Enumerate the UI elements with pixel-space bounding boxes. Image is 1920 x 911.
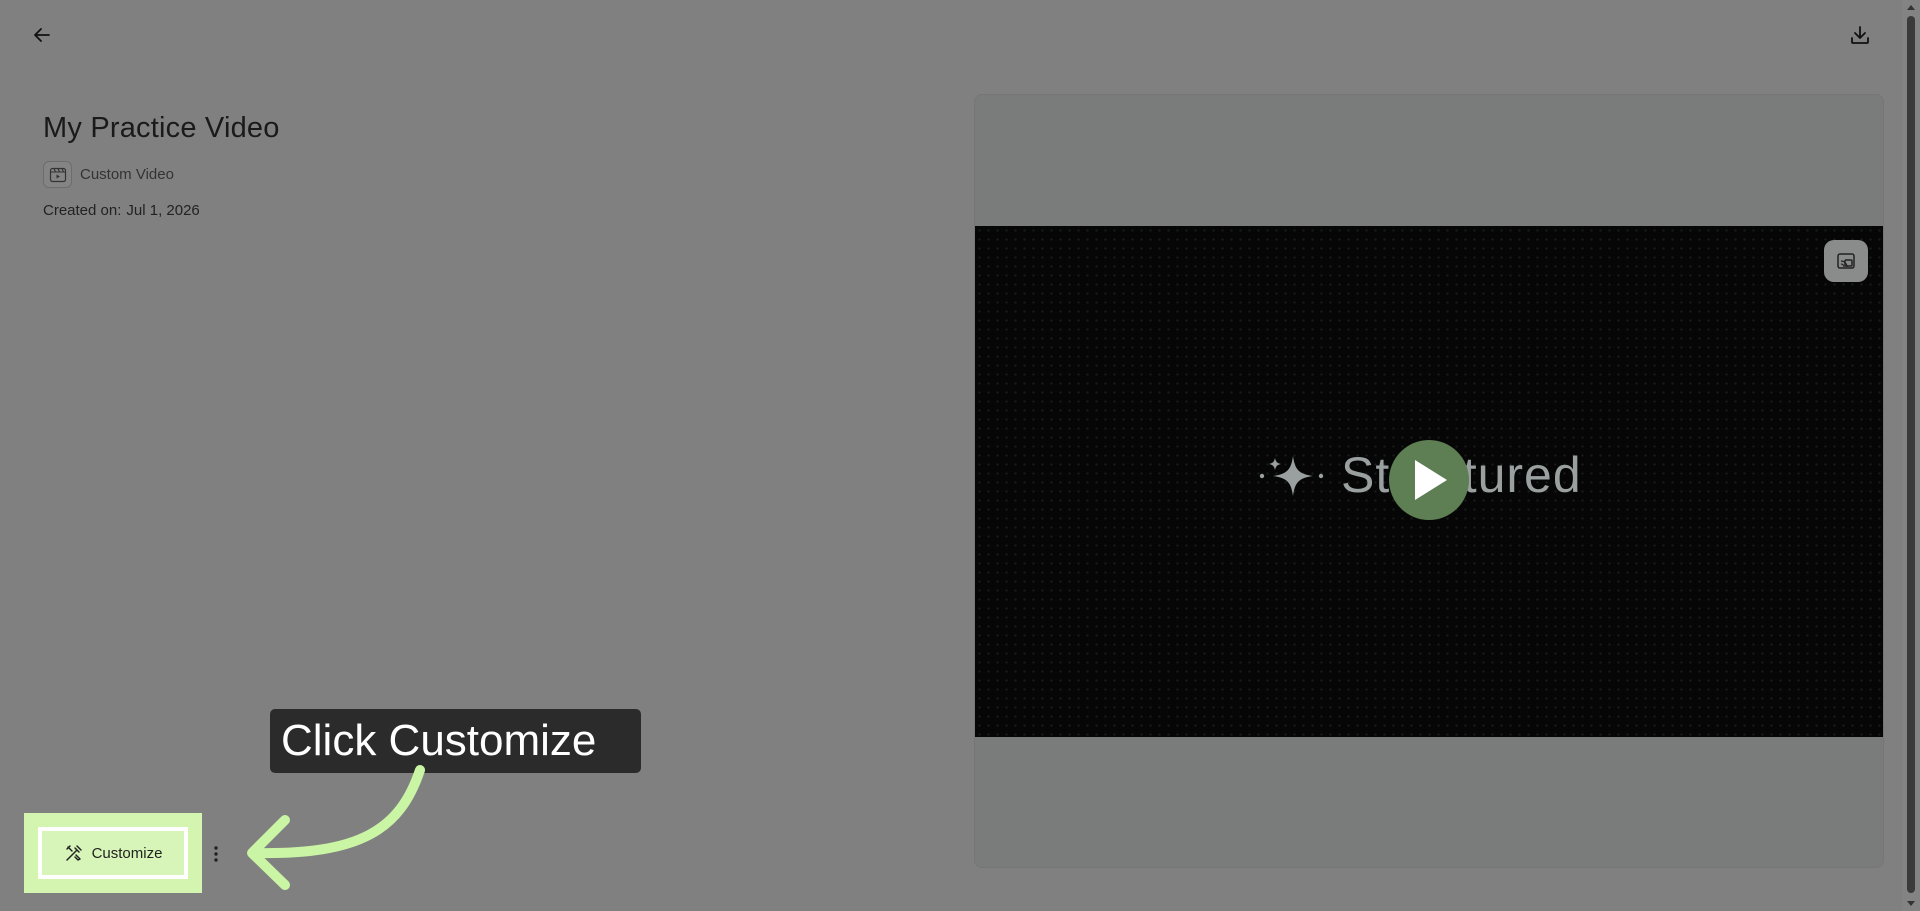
back-button[interactable] [26,19,58,51]
customize-label: Customize [91,844,163,862]
tutorial-arrow-icon [247,765,425,890]
video-info: My Practice Video Custom Video Created o… [43,112,280,219]
arrow-left-icon [34,28,50,42]
scroll-up-icon[interactable] [1907,5,1915,10]
created-date: Created on: Jul 1, 2026 [43,202,280,219]
more-options-button[interactable] [206,838,226,870]
scroll-thumb[interactable] [1907,16,1915,893]
video-details-page: My Practice Video Custom Video Created o… [0,0,1902,911]
customize-tools-icon [65,845,82,861]
scroll-down-icon[interactable] [1907,901,1915,906]
video-player-panel: Structured [974,94,1884,868]
video-frame[interactable]: Structured [975,226,1883,737]
page-title: My Practice Video [43,112,280,144]
sparkle-icon [1259,456,1324,496]
customize-button[interactable]: Customize [38,827,188,879]
more-vertical-icon [214,846,218,862]
video-file-icon [43,161,72,188]
picture-in-picture-icon [1837,253,1855,269]
play-button[interactable] [1389,440,1469,520]
picture-in-picture-button[interactable] [1824,240,1868,282]
download-button[interactable] [1844,19,1876,51]
created-label: Created on: [43,202,122,219]
video-type-label: Custom Video [80,166,174,183]
video-type-row: Custom Video [43,161,280,188]
vertical-scrollbar[interactable] [1902,0,1920,911]
created-value: Jul 1, 2026 [126,202,200,219]
download-icon [1851,26,1869,44]
customize-highlight: Customize [24,813,202,893]
play-icon [1415,460,1447,500]
